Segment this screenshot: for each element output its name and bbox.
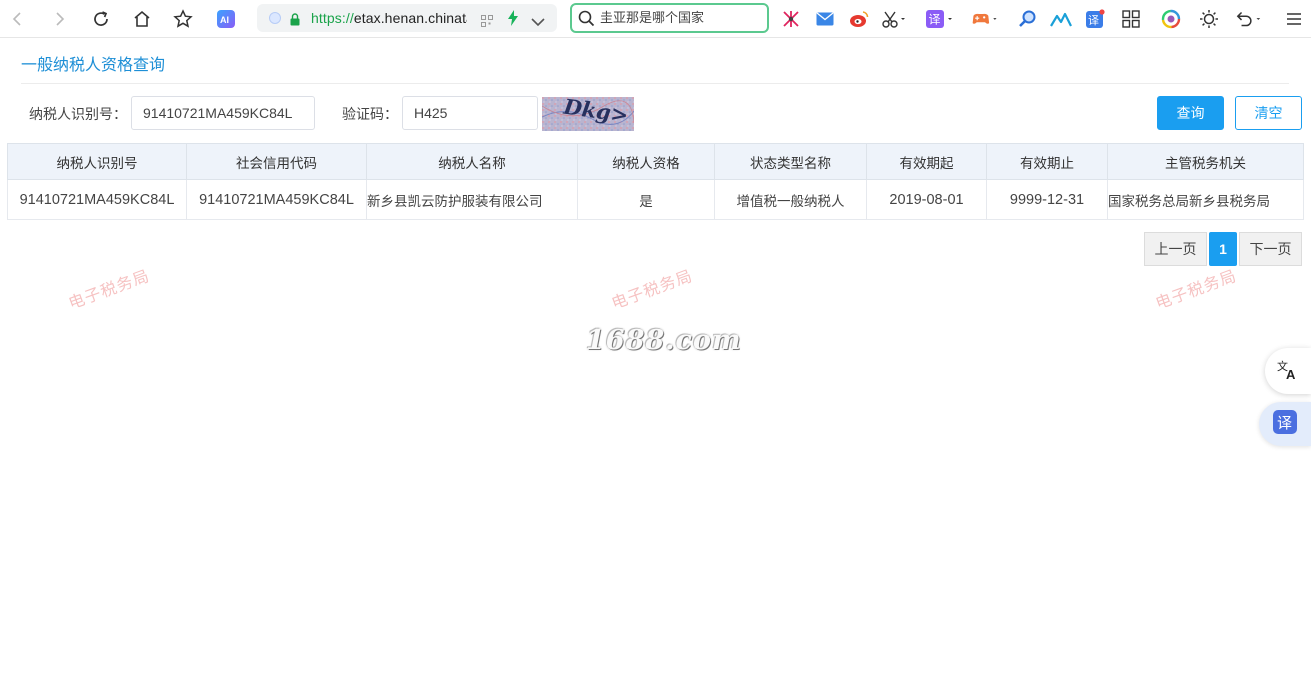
- site-info-icon[interactable]: [269, 12, 281, 24]
- floating-translate-button[interactable]: 文A: [1265, 348, 1311, 394]
- mountain-extension-icon[interactable]: [1047, 5, 1075, 33]
- column-header: 纳税人名称: [366, 143, 578, 180]
- network-extension-icon[interactable]: [777, 5, 805, 33]
- svg-text:A: A: [1286, 367, 1296, 381]
- result-table: 纳税人识别号 社会信用代码 纳税人名称 纳税人资格 状态类型名称 有效期起 有效…: [7, 143, 1304, 220]
- page-title: 一般纳税人资格查询: [21, 55, 166, 74]
- svg-text:AI: AI: [220, 15, 229, 25]
- ai-assistant-icon[interactable]: AI: [212, 5, 240, 33]
- mail-icon[interactable]: [811, 5, 839, 33]
- current-page-button[interactable]: 1: [1209, 232, 1237, 266]
- search-input[interactable]: [600, 9, 760, 27]
- floating-translate-plugin-button[interactable]: 译: [1259, 402, 1311, 446]
- column-header: 有效期起: [866, 143, 987, 180]
- qr-code-icon[interactable]: [481, 12, 493, 31]
- svg-text:译: 译: [1088, 14, 1099, 27]
- taxpayer-id-label: 纳税人识别号：: [29, 107, 127, 123]
- cell-valid-to: 9999-12-31: [986, 179, 1108, 220]
- scissors-icon[interactable]: [880, 5, 908, 33]
- svg-text:译: 译: [1277, 414, 1292, 432]
- captcha-label: 验证码：: [342, 107, 398, 123]
- home-icon[interactable]: [128, 5, 156, 33]
- translate-extension-icon[interactable]: 译: [926, 5, 954, 33]
- chevron-down-icon[interactable]: [531, 12, 545, 31]
- cell-tax-authority: 国家税务总局新乡县税务局: [1107, 179, 1304, 220]
- colorful-circle-icon[interactable]: [1157, 5, 1185, 33]
- query-button[interactable]: 查询: [1157, 96, 1224, 130]
- column-header: 状态类型名称: [714, 143, 867, 180]
- column-header: 有效期止: [986, 143, 1108, 180]
- title-divider: [21, 83, 1289, 84]
- column-header: 纳税人识别号: [7, 143, 187, 180]
- forward-icon[interactable]: [45, 5, 73, 33]
- translate-icon: 文A: [1276, 357, 1300, 385]
- apps-grid-icon[interactable]: [1117, 5, 1145, 33]
- table-row: 91410721MA459KC84L 91410721MA459KC84L 新乡…: [7, 179, 1304, 220]
- star-icon[interactable]: [169, 5, 197, 33]
- search-box[interactable]: [570, 3, 769, 33]
- next-page-button[interactable]: 下一页: [1239, 232, 1302, 266]
- cell-taxpayer-name: 新乡县凯云防护服装有限公司: [366, 179, 578, 220]
- browser-toolbar: AI https://etax.henan.chinatax.gov.cn: [0, 0, 1311, 38]
- watermark-text: 电子税务局: [608, 265, 696, 313]
- cell-qualification: 是: [577, 179, 715, 220]
- lock-icon: [290, 11, 300, 30]
- taxpayer-id-input[interactable]: [131, 96, 315, 130]
- column-header: 主管税务机关: [1107, 143, 1304, 180]
- captcha-input[interactable]: [402, 96, 538, 130]
- svg-text:译: 译: [929, 13, 941, 27]
- captcha-image[interactable]: Dkg>: [542, 97, 634, 131]
- speed-mode-icon[interactable]: [507, 10, 519, 30]
- prev-page-button[interactable]: 上一页: [1144, 232, 1207, 266]
- clear-button[interactable]: 清空: [1235, 96, 1302, 130]
- search-icon: [578, 10, 595, 31]
- magnifier-extension-icon[interactable]: [1013, 5, 1041, 33]
- undo-icon[interactable]: [1235, 5, 1263, 33]
- translate-plugin-icon: 译: [1272, 409, 1298, 439]
- cell-credit-code: 91410721MA459KC84L: [186, 179, 367, 220]
- cell-valid-from: 2019-08-01: [866, 179, 987, 220]
- game-controller-icon[interactable]: [971, 5, 999, 33]
- menu-icon[interactable]: [1280, 5, 1308, 33]
- refresh-icon[interactable]: [87, 5, 115, 33]
- translate-badge-icon[interactable]: 译: [1081, 5, 1109, 33]
- column-header: 社会信用代码: [186, 143, 367, 180]
- back-icon[interactable]: [4, 5, 32, 33]
- address-bar[interactable]: https://etax.henan.chinatax.gov.cn: [257, 4, 557, 32]
- cell-taxpayer-id: 91410721MA459KC84L: [7, 179, 187, 220]
- watermark-logo: 1688.com: [586, 325, 742, 356]
- url-text[interactable]: https://etax.henan.chinatax.gov.cn: [311, 10, 467, 26]
- table-header-row: 纳税人识别号 社会信用代码 纳税人名称 纳税人资格 状态类型名称 有效期起 有效…: [7, 143, 1304, 180]
- brightness-icon[interactable]: [1195, 5, 1223, 33]
- watermark-text: 电子税务局: [65, 265, 153, 313]
- cell-status-type: 增值税一般纳税人: [714, 179, 867, 220]
- watermark-text: 电子税务局: [1152, 265, 1240, 313]
- weibo-icon[interactable]: [845, 5, 873, 33]
- column-header: 纳税人资格: [577, 143, 715, 180]
